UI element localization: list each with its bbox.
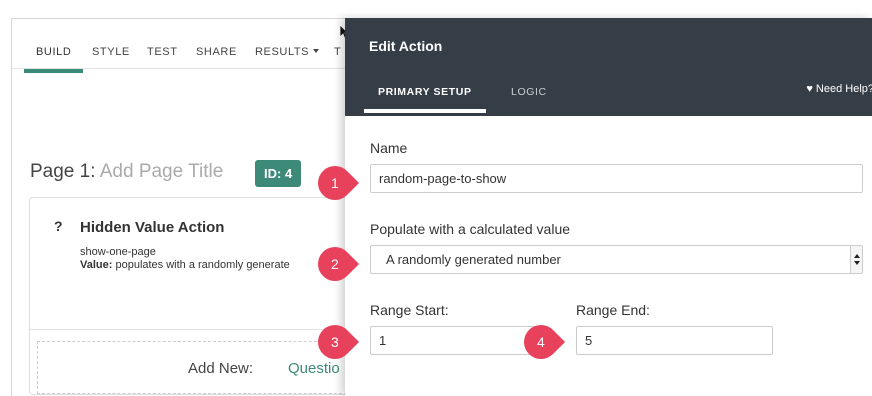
page-title: Page 1: Add Page Title: [30, 161, 223, 183]
question-title: Hidden Value Action: [80, 219, 225, 236]
tab-test[interactable]: TEST: [147, 46, 178, 58]
page-title-prefix: Page 1:: [30, 161, 96, 182]
calculated-value-select[interactable]: A randomly generated number: [370, 245, 863, 274]
tab-build[interactable]: BUILD: [23, 46, 84, 73]
card-divider: [30, 329, 345, 330]
edit-action-drawer: Edit Action PRIMARY SETUP LOGIC ♥ Need He…: [345, 18, 872, 396]
calculated-value-label: Populate with a calculated value: [370, 221, 571, 237]
question-card[interactable]: ? Hidden Value Action show-one-page Valu…: [29, 197, 345, 395]
add-new-label: Add New:: [188, 360, 254, 377]
question-value-label: Value:: [80, 259, 113, 271]
survey-editor: BUILD STYLE TEST SHARE RESULTS T Page 1:…: [11, 18, 346, 396]
range-start-input[interactable]: 1: [370, 326, 542, 355]
question-number: ?: [54, 218, 63, 234]
question-value-desc: Value: populates with a randomly generat…: [80, 259, 290, 271]
question-slug: show-one-page: [80, 246, 156, 258]
tab-share[interactable]: SHARE: [196, 46, 237, 58]
add-new-zone: Add New: Questio: [37, 341, 345, 394]
need-help-label: Need Help?: [815, 83, 872, 95]
tab-logic[interactable]: LOGIC: [511, 86, 547, 98]
tab-truncated[interactable]: T: [334, 46, 341, 58]
tab-primary-setup[interactable]: PRIMARY SETUP: [364, 86, 486, 113]
tab-results[interactable]: RESULTS: [255, 46, 320, 58]
question-value-text: populates with a randomly generate: [115, 259, 290, 271]
name-label: Name: [370, 140, 408, 156]
chevron-down-icon: [313, 49, 320, 53]
range-start-label: Range Start:: [370, 302, 449, 318]
heart-icon: ♥: [806, 83, 813, 95]
page-id-badge: ID: 4: [255, 160, 302, 187]
drawer-header: Edit Action PRIMARY SETUP LOGIC ♥ Need He…: [345, 18, 872, 116]
select-arrows-icon: [850, 246, 862, 273]
tab-results-label: RESULTS: [255, 46, 310, 58]
page-title-placeholder[interactable]: Add Page Title: [100, 161, 224, 182]
range-end-label: Range End:: [576, 302, 650, 318]
add-new-question-link[interactable]: Questio: [288, 360, 340, 377]
tab-style[interactable]: STYLE: [92, 46, 130, 58]
need-help-link[interactable]: ♥ Need Help?: [806, 83, 872, 95]
editor-top-nav: BUILD STYLE TEST SHARE RESULTS T: [12, 19, 345, 73]
drawer-body: Name random-page-to-show Populate with a…: [345, 116, 872, 396]
drawer-title: Edit Action: [369, 38, 443, 54]
range-end-input[interactable]: 5: [576, 326, 773, 355]
name-input[interactable]: random-page-to-show: [370, 164, 863, 193]
calculated-value-selected: A randomly generated number: [386, 252, 561, 267]
